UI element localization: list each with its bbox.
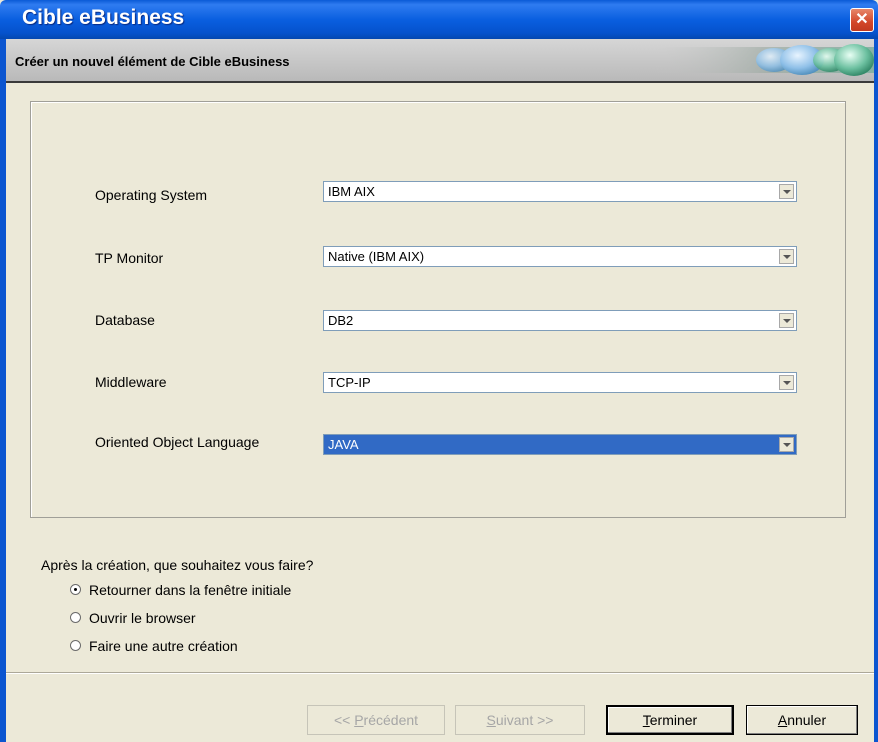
- previous-prefix: <<: [333, 712, 355, 728]
- window-left-border: [0, 39, 6, 742]
- cancel-label-rest: nnuler: [787, 712, 827, 728]
- previous-button[interactable]: << Précédent: [307, 705, 445, 735]
- middleware-select[interactable]: TCP-IP: [323, 372, 797, 393]
- previous-mnemonic: P: [354, 712, 364, 728]
- oriented-object-language-value: JAVA: [328, 437, 359, 452]
- finish-button[interactable]: Terminer: [606, 705, 734, 735]
- middleware-value: TCP-IP: [328, 375, 371, 390]
- finish-mnemonic: T: [642, 712, 650, 728]
- field-label-oriented-object-language: Oriented Object Language: [95, 434, 260, 450]
- chevron-down-icon[interactable]: [779, 437, 794, 452]
- field-label-operating-system: Operating System: [95, 187, 208, 203]
- next-label-rest: uivant >>: [495, 712, 554, 728]
- wizard-header-title: Créer un nouvel élément de Cible eBusine…: [15, 54, 290, 69]
- database-value: DB2: [328, 313, 354, 328]
- radio-label[interactable]: Ouvrir le browser: [89, 610, 196, 626]
- chevron-down-icon[interactable]: [779, 184, 794, 199]
- field-label-database: Database: [95, 312, 155, 328]
- close-icon[interactable]: ✕: [850, 8, 874, 32]
- field-label-middleware: Middleware: [95, 374, 167, 390]
- operating-system-value: IBM AIX: [328, 184, 375, 199]
- after-creation-question: Après la création, que souhaitez vous fa…: [41, 557, 314, 573]
- chevron-down-icon[interactable]: [779, 313, 794, 328]
- radio-label[interactable]: Retourner dans la fenêtre initiale: [89, 582, 291, 598]
- cancel-button[interactable]: Annuler: [746, 705, 858, 735]
- operating-system-select[interactable]: IBM AIX: [323, 181, 797, 202]
- finish-label-rest: erminer: [649, 712, 698, 728]
- radio-unselected-icon[interactable]: [70, 640, 81, 651]
- bubbles-logo-icon: [654, 44, 874, 76]
- window-right-border: [874, 39, 878, 742]
- database-select[interactable]: DB2: [323, 310, 797, 331]
- wizard-header: Créer un nouvel élément de Cible eBusine…: [6, 39, 874, 83]
- previous-label-rest: récédent: [363, 712, 419, 728]
- next-button[interactable]: Suivant >>: [455, 705, 585, 735]
- radio-unselected-icon[interactable]: [70, 612, 81, 623]
- radio-selected-icon[interactable]: [70, 584, 81, 595]
- tp-monitor-value: Native (IBM AIX): [328, 249, 425, 264]
- field-label-tp-monitor: TP Monitor: [95, 250, 164, 266]
- footer-divider: [6, 672, 874, 674]
- next-mnemonic: S: [486, 712, 496, 728]
- chevron-down-icon[interactable]: [779, 375, 794, 390]
- title-bar: Cible eBusiness ✕: [0, 0, 878, 39]
- window-title: Cible eBusiness: [22, 6, 185, 29]
- cancel-mnemonic: A: [777, 712, 788, 728]
- chevron-down-icon[interactable]: [779, 249, 794, 264]
- radio-label[interactable]: Faire une autre création: [89, 638, 238, 654]
- tp-monitor-select[interactable]: Native (IBM AIX): [323, 246, 797, 267]
- oriented-object-language-select[interactable]: JAVA: [323, 434, 797, 455]
